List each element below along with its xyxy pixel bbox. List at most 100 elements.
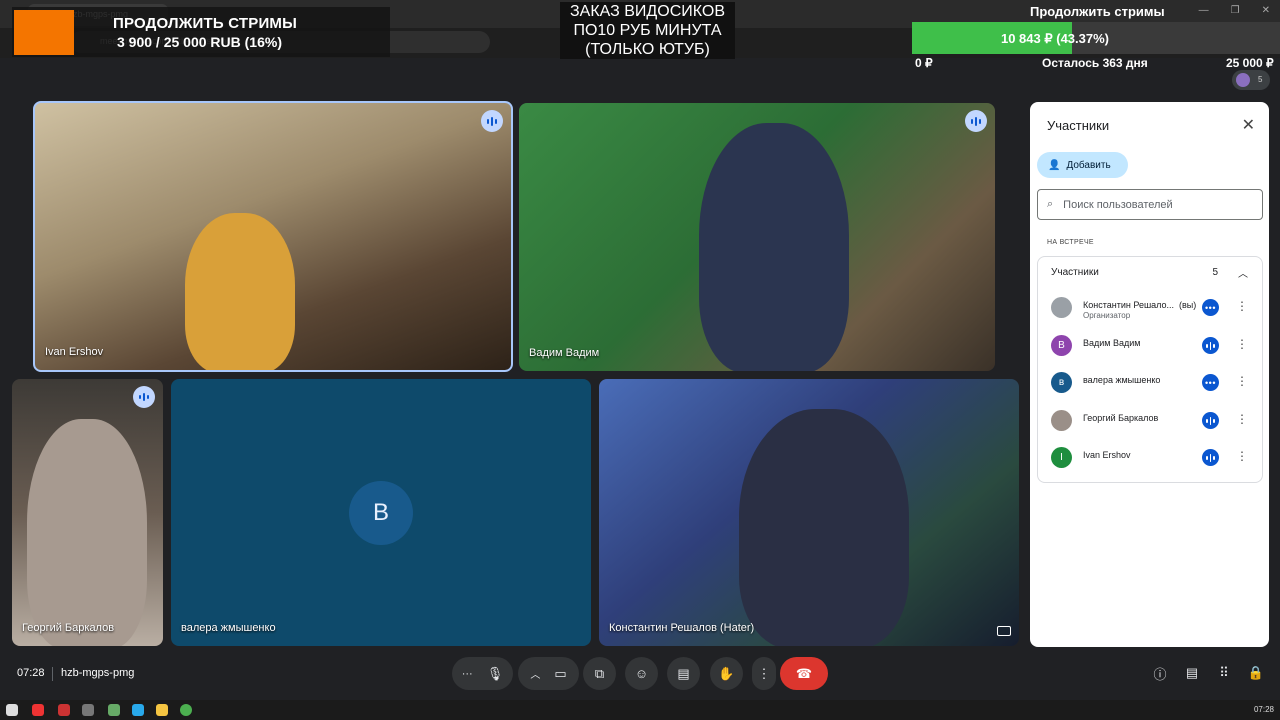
speaking-indicator-icon <box>481 110 503 132</box>
participant-row: в валера жмышенко ••• ⋮ <box>1038 365 1264 399</box>
video-tile-ivan-ershov[interactable]: Ivan Ershov <box>33 101 513 372</box>
more-options-icon[interactable]: ⋮ <box>1236 449 1248 463</box>
tile-name: Георгий Баркалов <box>22 622 115 634</box>
donation-sum: 3 900 / 25 000 RUB (16%) <box>117 34 282 50</box>
more-options-icon[interactable]: ⋮ <box>1236 337 1248 351</box>
donation-logo <box>14 10 74 55</box>
meeting-clock: 07:28 <box>17 667 45 679</box>
present-screen-button[interactable]: ⧉ <box>583 657 616 690</box>
camera-icon[interactable]: ▭ <box>554 666 566 682</box>
participant-row: I Ivan Ershov ⋮ <box>1038 440 1264 474</box>
picture-in-picture-icon[interactable] <box>997 626 1011 636</box>
participant-video <box>27 419 147 646</box>
camera-control-group: ︿ ▭ <box>518 657 579 690</box>
participants-group: Участники 5 ︿ Константин Решало... (вы) … <box>1037 256 1263 483</box>
audio-level-icon <box>1202 449 1219 466</box>
participant-name: Георгий Баркалов <box>1083 413 1159 423</box>
order-announcement: ЗАКАЗ ВИДОСИКОВ ПО10 РУБ МИНУТА (ТОЛЬКО … <box>560 2 735 59</box>
avatar: в <box>1051 372 1072 393</box>
os-taskbar: 07:28 <box>0 700 1280 720</box>
avatar: I <box>1051 447 1072 468</box>
yandex-browser-icon[interactable] <box>32 704 44 716</box>
tile-name: Константин Решалов (Hater) <box>609 622 755 634</box>
leave-call-button[interactable]: ☎ <box>780 657 828 690</box>
goal-max: 25 000 ₽ <box>1226 56 1274 70</box>
audio-level-icon: ••• <box>1202 299 1219 316</box>
more-options-button[interactable]: ⋮ <box>752 657 776 690</box>
video-tile-georgiy[interactable]: Георгий Баркалов <box>12 379 163 646</box>
participant-video <box>185 213 295 370</box>
avatar <box>1051 410 1072 431</box>
app-icon[interactable] <box>82 704 94 716</box>
participant-name: Вадим Вадим <box>1083 338 1141 348</box>
avatar <box>1051 297 1072 318</box>
captions-icon: ▤ <box>677 665 690 681</box>
participant-video <box>739 409 909 646</box>
start-icon[interactable] <box>6 704 18 716</box>
window-controls: — ❐ ✕ <box>1199 5 1270 16</box>
more-vert-icon: ⋮ <box>757 665 771 681</box>
more-options-icon[interactable]: ⋮ <box>1236 412 1248 426</box>
activities-icon[interactable]: ⠿ <box>1215 664 1233 682</box>
participant-video <box>699 123 849 371</box>
folder-icon[interactable] <box>156 704 168 716</box>
participant-name: Константин Решало... <box>1083 300 1175 310</box>
goal-min: 0 ₽ <box>915 56 933 70</box>
telegram-icon[interactable] <box>132 704 144 716</box>
info-icon[interactable]: ⓘ <box>1151 664 1169 682</box>
add-people-button[interactable]: 👤 Добавить <box>1037 152 1128 178</box>
taskbar-clock: 07:28 <box>1253 705 1274 714</box>
participants-panel: Участники ✕ 👤 Добавить ⌕ Поиск пользоват… <box>1030 102 1269 647</box>
participant-row: Георгий Баркалов ⋮ <box>1038 403 1264 437</box>
close-window-icon[interactable]: ✕ <box>1262 5 1270 16</box>
you-label: (вы) <box>1179 300 1197 310</box>
meeting-code: hzb-mgps-pmg <box>61 667 135 679</box>
hand-icon: ✋ <box>718 665 735 681</box>
tile-name: Вадим Вадим <box>529 347 600 359</box>
avatar <box>1236 73 1250 87</box>
more-options-icon[interactable]: ⋮ <box>1236 299 1248 313</box>
video-tile-valera[interactable]: В валера жмышенко <box>171 379 591 646</box>
close-icon[interactable]: ✕ <box>1242 115 1255 135</box>
audio-options-icon[interactable]: ··· <box>462 668 473 680</box>
audio-level-icon: ••• <box>1202 374 1219 391</box>
search-people-input[interactable]: ⌕ Поиск пользователей <box>1037 189 1263 220</box>
video-tile-konstantin[interactable]: Константин Решалов (Hater) <box>599 379 1019 646</box>
chevron-up-icon[interactable]: ︿ <box>530 666 540 681</box>
chevron-up-icon[interactable]: ︿ <box>1238 265 1248 280</box>
participant-name: Ivan Ershov <box>1083 450 1131 460</box>
tile-name: валера жмышенко <box>181 622 276 634</box>
goal-progress-bar: 10 843 ₽ (43.37%) <box>912 22 1280 54</box>
search-icon: ⌕ <box>1047 198 1054 210</box>
audio-level-icon <box>1202 412 1219 429</box>
participants-avatar-stack[interactable]: 5 <box>1232 70 1270 90</box>
section-caption: НА ВСТРЕЧЕ <box>1047 239 1094 246</box>
chrome-icon[interactable] <box>180 704 192 716</box>
host-controls-icon[interactable]: 🔒 <box>1247 664 1265 682</box>
more-options-icon[interactable]: ⋮ <box>1236 374 1248 388</box>
reactions-button[interactable]: ☺ <box>625 657 658 690</box>
video-tile-vadim[interactable]: Вадим Вадим <box>519 103 995 371</box>
participant-row: Константин Решало... (вы) Организатор ••… <box>1038 290 1264 324</box>
group-label[interactable]: Участники <box>1051 267 1099 278</box>
donation-title: ПРОДОЛЖИТЬ СТРИМЫ <box>113 15 298 32</box>
speaking-indicator-icon <box>965 110 987 132</box>
audio-level-icon <box>1202 337 1219 354</box>
end-call-icon: ☎ <box>795 665 813 681</box>
microphone-icon[interactable]: 🎙 <box>487 666 504 682</box>
participant-row: В Вадим Вадим ⋮ <box>1038 328 1264 362</box>
panel-title: Участники <box>1047 118 1110 133</box>
maximize-icon[interactable]: ❐ <box>1231 5 1240 16</box>
add-person-icon: 👤 <box>1048 159 1061 171</box>
participant-role: Организатор <box>1083 311 1131 320</box>
participants-count: 5 <box>1258 75 1263 84</box>
captions-button[interactable]: ▤ <box>667 657 700 690</box>
goal-title: Продолжить стримы <box>1030 4 1165 19</box>
app-icon[interactable] <box>58 704 70 716</box>
avatar: В <box>1051 335 1072 356</box>
app-icon[interactable] <box>108 704 120 716</box>
goal-remaining: Осталось 363 дня <box>1042 56 1148 70</box>
chat-icon[interactable]: ▤ <box>1183 664 1201 682</box>
raise-hand-button[interactable]: ✋ <box>710 657 743 690</box>
minimize-icon[interactable]: — <box>1199 5 1209 16</box>
